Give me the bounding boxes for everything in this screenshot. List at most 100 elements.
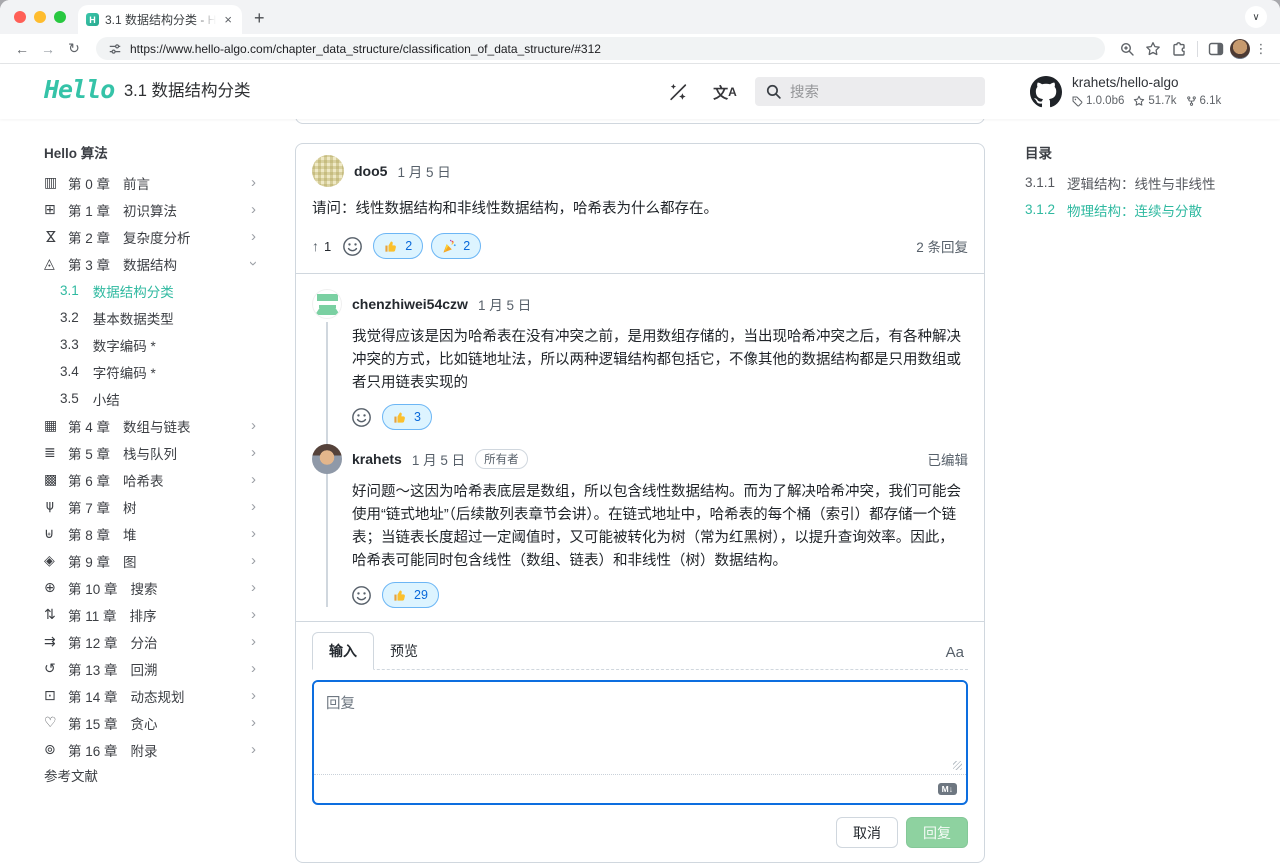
add-reaction-button[interactable] [348, 404, 374, 430]
hourglass-icon [44, 228, 68, 245]
chevron-right-icon[interactable] [251, 174, 256, 191]
tree-icon [44, 498, 68, 515]
address-bar[interactable]: https://www.hello-algo.com/chapter_data_… [96, 37, 1105, 60]
hello-algo-logo[interactable]: Hello [44, 75, 114, 104]
extensions-puzzle-icon[interactable] [1167, 41, 1191, 57]
github-repo-link[interactable]: krahets/hello-algo 1.0.0b6 51.7k 6.1k [1030, 74, 1221, 108]
chevron-right-icon[interactable] [251, 606, 256, 623]
chevron-right-icon[interactable] [251, 714, 256, 731]
chevron-right-icon[interactable] [251, 498, 256, 515]
chevron-right-icon[interactable] [251, 552, 256, 569]
sidebar-item-3-5[interactable]: 3.5小结 [44, 385, 256, 412]
sidebar-item-chapter-10[interactable]: 第 10 章搜索 [44, 574, 256, 601]
sidebar-item-chapter-9[interactable]: 第 9 章图 [44, 547, 256, 574]
chevron-right-icon[interactable] [251, 633, 256, 650]
browser-menu-icon[interactable]: ⋮ [1252, 41, 1270, 57]
sidebar-item-3-3[interactable]: 3.3数字编码 * [44, 331, 256, 358]
sidebar-item-chapter-1[interactable]: 第 1 章初识算法 [44, 196, 256, 223]
appendix-icon [44, 741, 68, 758]
sidebar-item-chapter-6[interactable]: 第 6 章哈希表 [44, 466, 256, 493]
tab-preview[interactable]: 预览 [374, 633, 434, 669]
tab-close-icon[interactable]: × [222, 12, 234, 27]
markdown-icon[interactable]: M↓ [938, 783, 957, 796]
reaction-thumbs-up[interactable]: 29 [382, 582, 439, 608]
chevron-right-icon[interactable] [251, 579, 256, 596]
sidebar-item-chapter-14[interactable]: 第 14 章动态规划 [44, 682, 256, 709]
sidebar-item-chapter-11[interactable]: 第 11 章排序 [44, 601, 256, 628]
profile-avatar[interactable] [1230, 39, 1250, 59]
sidebar-item-chapter-16[interactable]: 第 16 章附录 [44, 736, 256, 763]
avatar[interactable] [312, 155, 344, 187]
calculator-icon [44, 201, 68, 218]
smiley-icon [351, 585, 372, 606]
reply-author[interactable]: chenzhiwei54czw [352, 296, 468, 312]
cancel-button[interactable]: 取消 [836, 817, 898, 848]
resize-handle-icon[interactable] [953, 761, 962, 770]
toc-item-3-1-2[interactable]: 3.1.2物理结构：连续与分散 [1025, 196, 1265, 223]
add-reaction-button[interactable] [348, 582, 374, 608]
chevron-down-icon[interactable] [251, 255, 256, 272]
chevron-right-icon[interactable] [251, 660, 256, 677]
chevron-right-icon[interactable] [251, 741, 256, 758]
reply-author[interactable]: krahets [352, 451, 402, 467]
close-window-button[interactable] [14, 11, 26, 23]
reaction-thumbs-up[interactable]: 3 [382, 404, 432, 430]
tab-title: 3.1 数据结构分类 - Hello 算法 [105, 11, 216, 28]
toc-item-3-1-1[interactable]: 3.1.1逻辑结构：线性与非线性 [1025, 169, 1265, 196]
sidebar-item-3-2[interactable]: 3.2基本数据类型 [44, 304, 256, 331]
sidebar-item-chapter-13[interactable]: 第 13 章回溯 [44, 655, 256, 682]
avatar[interactable] [312, 289, 342, 319]
upvote-button[interactable]: ↑1 [312, 238, 331, 254]
comment-author[interactable]: doo5 [354, 163, 387, 179]
chevron-right-icon[interactable] [251, 471, 256, 488]
chevron-right-icon[interactable] [251, 444, 256, 461]
tab-write[interactable]: 输入 [312, 632, 374, 670]
chevron-right-icon[interactable] [251, 417, 256, 434]
theme-toggle-icon[interactable] [663, 80, 693, 104]
search-input[interactable]: 搜索 [755, 77, 985, 106]
owner-badge: 所有者 [475, 449, 528, 469]
fullscreen-window-button[interactable] [54, 11, 66, 23]
github-logo [1030, 76, 1062, 108]
sidebar-item-chapter-3[interactable]: 第 3 章数据结构 [44, 250, 256, 277]
zoom-icon[interactable] [1115, 41, 1139, 57]
reload-button[interactable]: ↻ [62, 40, 86, 57]
smiley-icon [351, 407, 372, 428]
thumbs-up-emoji [393, 410, 408, 425]
editor-tabs: 输入 预览 Aa [312, 632, 968, 670]
chevron-right-icon[interactable] [251, 687, 256, 704]
sidebar-item-references[interactable]: 参考文献 [44, 763, 256, 790]
url-text[interactable]: https://www.hello-algo.com/chapter_data_… [130, 42, 601, 56]
reply-textarea[interactable] [314, 682, 966, 774]
bookmark-star-icon[interactable] [1141, 41, 1165, 57]
sidebar-item-chapter-15[interactable]: 第 15 章贪心 [44, 709, 256, 736]
chevron-right-icon[interactable] [251, 525, 256, 542]
sidebar-item-chapter-4[interactable]: 第 4 章数组与链表 [44, 412, 256, 439]
chevron-right-icon[interactable] [251, 228, 256, 245]
text-format-icon[interactable]: Aa [942, 644, 968, 669]
tab-search-button[interactable]: ∨ [1245, 6, 1267, 28]
minimize-window-button[interactable] [34, 11, 46, 23]
forward-button[interactable]: → [36, 41, 60, 57]
chevron-right-icon[interactable] [251, 201, 256, 218]
back-button[interactable]: ← [10, 41, 34, 57]
sidebar-item-chapter-12[interactable]: 第 12 章分治 [44, 628, 256, 655]
browser-tab[interactable]: H 3.1 数据结构分类 - Hello 算法 × [78, 5, 242, 34]
sidebar-item-chapter-0[interactable]: 第 0 章前言 [44, 169, 256, 196]
sidebar-item-chapter-7[interactable]: 第 7 章树 [44, 493, 256, 520]
sidebar-item-chapter-8[interactable]: 第 8 章堆 [44, 520, 256, 547]
add-reaction-button[interactable] [339, 233, 365, 259]
sidebar-item-3-1[interactable]: 3.1数据结构分类 [44, 277, 256, 304]
reaction-thumbs-up[interactable]: 2 [373, 233, 423, 259]
reaction-party-popper[interactable]: 2 [431, 233, 481, 259]
reply-submit-button[interactable]: 回复 [906, 817, 968, 848]
new-tab-button[interactable]: + [254, 5, 265, 31]
avatar[interactable] [312, 444, 342, 474]
sidebar-item-chapter-2[interactable]: 第 2 章复杂度分析 [44, 223, 256, 250]
side-panel-icon[interactable] [1204, 41, 1228, 57]
language-switch-icon[interactable]: 文A [710, 80, 740, 104]
sidebar-item-chapter-5[interactable]: 第 5 章栈与队列 [44, 439, 256, 466]
greedy-icon [44, 714, 68, 731]
sidebar-item-3-4[interactable]: 3.4字符编码 * [44, 358, 256, 385]
site-settings-icon[interactable] [108, 42, 122, 56]
